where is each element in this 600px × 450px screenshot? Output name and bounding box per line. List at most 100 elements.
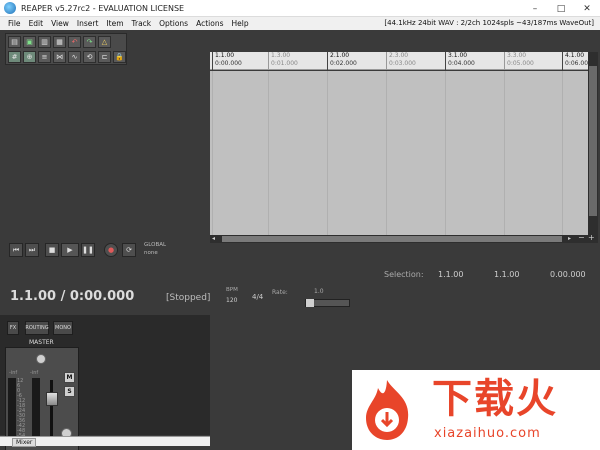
envelope-lock-icon[interactable]: ∿ (68, 51, 81, 63)
scroll-right-icon[interactable]: ▸ (568, 235, 571, 242)
grid-toggle-icon[interactable]: # (8, 51, 21, 63)
volume-fader-handle[interactable] (46, 392, 58, 406)
auto-crossfade-icon[interactable]: ⋈ (53, 51, 66, 63)
volume-fader-track[interactable] (50, 380, 53, 440)
loop-toggle-icon[interactable]: ⟲ (83, 51, 96, 63)
ruler-bar-label: 1.3.00 (271, 52, 291, 59)
go-to-end-icon[interactable]: ⏭ (25, 243, 39, 257)
pan-knob[interactable] (36, 354, 46, 364)
menu-bar: File Edit View Insert Item Track Options… (0, 17, 600, 30)
rate-label: Rate: (272, 289, 288, 296)
audio-device-status[interactable]: [44.1kHz 24bit WAV : 2/2ch 1024spls ~43/… (384, 17, 594, 30)
time-signature[interactable]: 4/4 (252, 293, 263, 301)
pause-icon[interactable]: ❚❚ (81, 243, 95, 257)
automation-global-label[interactable]: GLOBAL (144, 242, 166, 248)
ruler-mark: 3.1.00 0:04.000 (445, 52, 475, 70)
menu-insert[interactable]: Insert (73, 19, 103, 28)
save-project-icon[interactable]: ▥ (38, 36, 51, 48)
lock-icon[interactable]: 🔒 (113, 51, 126, 63)
scroll-left-icon[interactable]: ◂ (212, 235, 215, 242)
new-project-icon[interactable]: ▤ (8, 36, 21, 48)
ruler-time-label: 0:01.000 (271, 60, 298, 67)
repeat-icon[interactable]: ⟳ (122, 243, 136, 257)
meter-right (32, 378, 40, 438)
ruler-bar-label: 2.3.00 (389, 52, 409, 59)
ruler-mark: 2.1.00 0:02.000 (327, 52, 357, 70)
ruler-bar-label: 3.1.00 (448, 52, 468, 59)
minimize-button[interactable]: – (522, 0, 548, 17)
menu-file[interactable]: File (0, 19, 25, 28)
meter-left (8, 378, 16, 438)
selection-label: Selection: (384, 270, 424, 279)
grid-line (445, 71, 446, 235)
meter-right-peak: -inf (30, 370, 39, 376)
menu-view[interactable]: View (47, 19, 73, 28)
menu-actions[interactable]: Actions (192, 19, 227, 28)
routing-button[interactable]: ROUTING (25, 321, 49, 335)
ruler-mark: 2.3.00 0:03.000 (386, 52, 416, 70)
menu-track[interactable]: Track (128, 19, 156, 28)
ruler-bar-label: 3.3.00 (507, 52, 527, 59)
rate-slider-handle[interactable] (306, 299, 314, 307)
menu-item[interactable]: Item (102, 19, 127, 28)
maximize-button[interactable]: □ (548, 0, 574, 17)
zoom-in-icon[interactable]: + (588, 233, 595, 242)
open-project-icon[interactable]: ▣ (23, 36, 36, 48)
title-bar: REAPER v5.27rc2 - EVALUATION LICENSE – □… (0, 0, 600, 17)
watermark-title: 下载火 (432, 376, 558, 422)
flame-logo-icon (366, 380, 409, 440)
go-to-start-icon[interactable]: ⏮ (9, 243, 23, 257)
redo-icon[interactable]: ↷ (83, 36, 96, 48)
menu-edit[interactable]: Edit (25, 19, 48, 28)
transport-bar: ⏮ ⏭ ■ ▶ ❚❚ ● ⟳ GLOBAL none (0, 235, 210, 265)
ripple-edit-icon[interactable]: ≡ (38, 51, 51, 63)
bpm-label: BPM (226, 287, 238, 293)
undo-icon[interactable]: ↶ (68, 36, 81, 48)
selection-length[interactable]: 0.00.000 (550, 270, 586, 279)
grid-line (327, 71, 328, 235)
menu-help[interactable]: Help (228, 19, 253, 28)
ruler-mark: 1.3.00 0:01.000 (268, 52, 298, 70)
ruler-mark: 3.3.00 0:05.000 (504, 52, 534, 70)
grid-line (268, 71, 269, 235)
menu-options[interactable]: Options (155, 19, 192, 28)
snap-toggle-icon[interactable]: ⊕ (23, 51, 36, 63)
zoom-out-icon[interactable]: − (578, 233, 585, 242)
ruler-time-label: 0:04.000 (448, 60, 475, 67)
selection-start[interactable]: 1.1.00 (438, 270, 463, 279)
item-grouping-icon[interactable]: ⊏ (98, 51, 111, 63)
mixer-tab[interactable]: Mixer (12, 438, 37, 447)
timeline-ruler[interactable]: 1.1.00 0:00.000 1.3.00 0:01.000 2.1.00 0… (210, 52, 592, 70)
stop-icon[interactable]: ■ (45, 243, 59, 257)
master-channel-strip: MASTER M S -inf -inf 12 6 0 -6 -12 -18 -… (5, 339, 79, 450)
selection-row: Selection: 1.1.00 1.1.00 0.00.000 (0, 270, 600, 283)
solo-button[interactable]: S (64, 386, 75, 397)
grid-line (386, 71, 387, 235)
position-readout[interactable]: 1.1.00 / 0:00.000 (10, 289, 134, 304)
mono-button[interactable]: MONO (53, 321, 73, 335)
bpm-value[interactable]: 120 (226, 297, 237, 304)
grid-line (562, 71, 563, 235)
watermark-url: xiazaihuo.com (434, 426, 541, 441)
arrange-view[interactable] (210, 71, 588, 235)
vertical-scrollbar[interactable] (588, 52, 598, 235)
close-button[interactable]: ✕ (574, 0, 600, 17)
ruler-bar-label: 1.1.00 (215, 52, 235, 59)
master-label: MASTER (29, 339, 54, 346)
play-state-readout: [Stopped] (166, 293, 211, 303)
horizontal-scroll-thumb[interactable] (222, 236, 562, 242)
metronome-icon[interactable]: △ (98, 36, 111, 48)
record-icon[interactable]: ● (104, 243, 118, 257)
ruler-time-label: 0:00.000 (215, 60, 242, 67)
mixer-tab-bar: Mixer (0, 436, 210, 447)
window-controls: – □ ✕ (522, 0, 600, 17)
automation-mode-label[interactable]: none (144, 250, 158, 256)
fx-button[interactable]: FX (7, 321, 19, 335)
play-icon[interactable]: ▶ (61, 243, 79, 257)
horizontal-scrollbar[interactable]: ◂ ▸ − + (210, 233, 598, 243)
project-settings-icon[interactable]: ▦ (53, 36, 66, 48)
vertical-scroll-thumb[interactable] (589, 66, 597, 216)
mute-button[interactable]: M (64, 372, 75, 383)
selection-end[interactable]: 1.1.00 (494, 270, 519, 279)
ruler-bar-label: 2.1.00 (330, 52, 350, 59)
